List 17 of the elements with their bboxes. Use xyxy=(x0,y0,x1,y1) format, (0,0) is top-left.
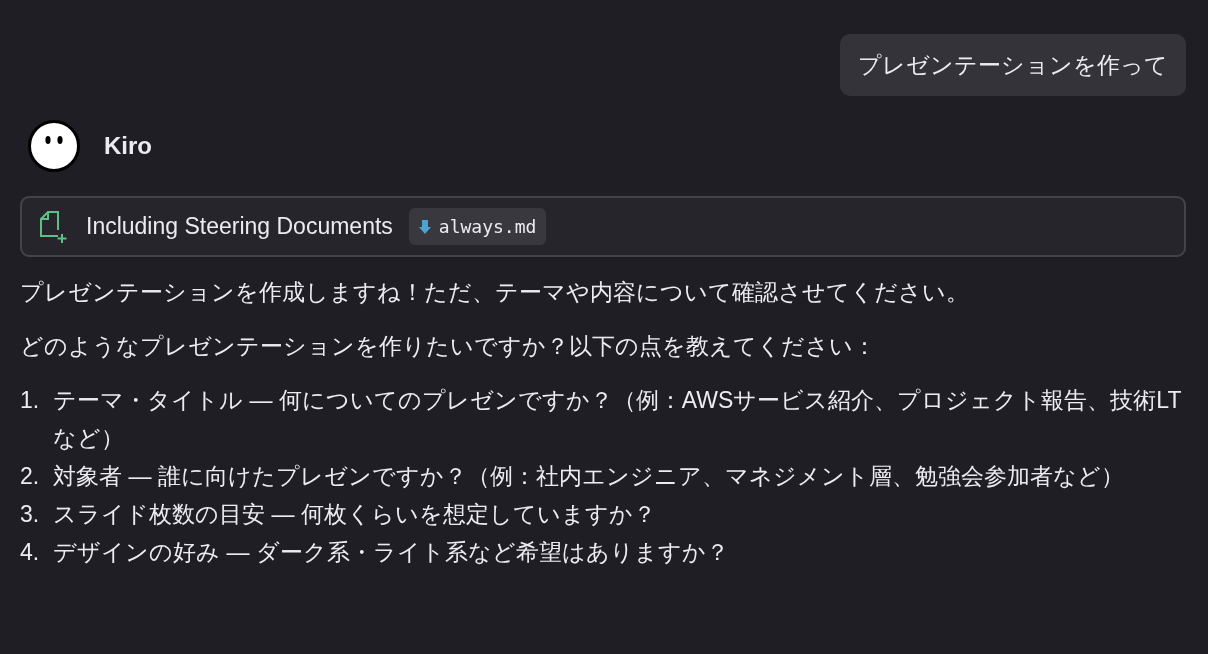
question-text: 対象者 — 誰に向けたプレゼンですか？（例：社内エンジニア、マネジメント層、勉強会参加者など） xyxy=(53,462,1124,491)
message-paragraph: プレゼンテーションを作成しますね！ただ、テーマや内容について確認させてください。 xyxy=(20,278,970,307)
list-number: 4. xyxy=(20,538,41,567)
assistant-name: Kiro xyxy=(104,131,152,161)
file-add-icon xyxy=(38,209,70,244)
question-text: スライド枚数の目安 — 何枚くらいを想定していますか？ xyxy=(53,500,656,529)
steering-label: Including Steering Documents xyxy=(86,212,393,242)
list-number: 2. xyxy=(20,462,41,491)
list-number: 3. xyxy=(20,500,41,529)
question-text: テーマ・タイトル — 何についてのプレゼンですか？（例：AWSサービス紹介、プロジェクト報告、技術LTなど） xyxy=(53,386,1183,453)
message-paragraph: どのようなプレゼンテーションを作りたいですか？以下の点を教えてください： xyxy=(20,332,877,361)
file-chip[interactable]: always.md xyxy=(408,208,547,245)
arrow-down-icon xyxy=(418,219,431,234)
question-text: デザインの好み — ダーク系・ライト系など希望はありますか？ xyxy=(53,538,729,567)
list-number: 1. xyxy=(20,386,41,415)
avatar-icon xyxy=(28,120,80,172)
user-message: プレゼンテーションを作って xyxy=(840,34,1186,96)
